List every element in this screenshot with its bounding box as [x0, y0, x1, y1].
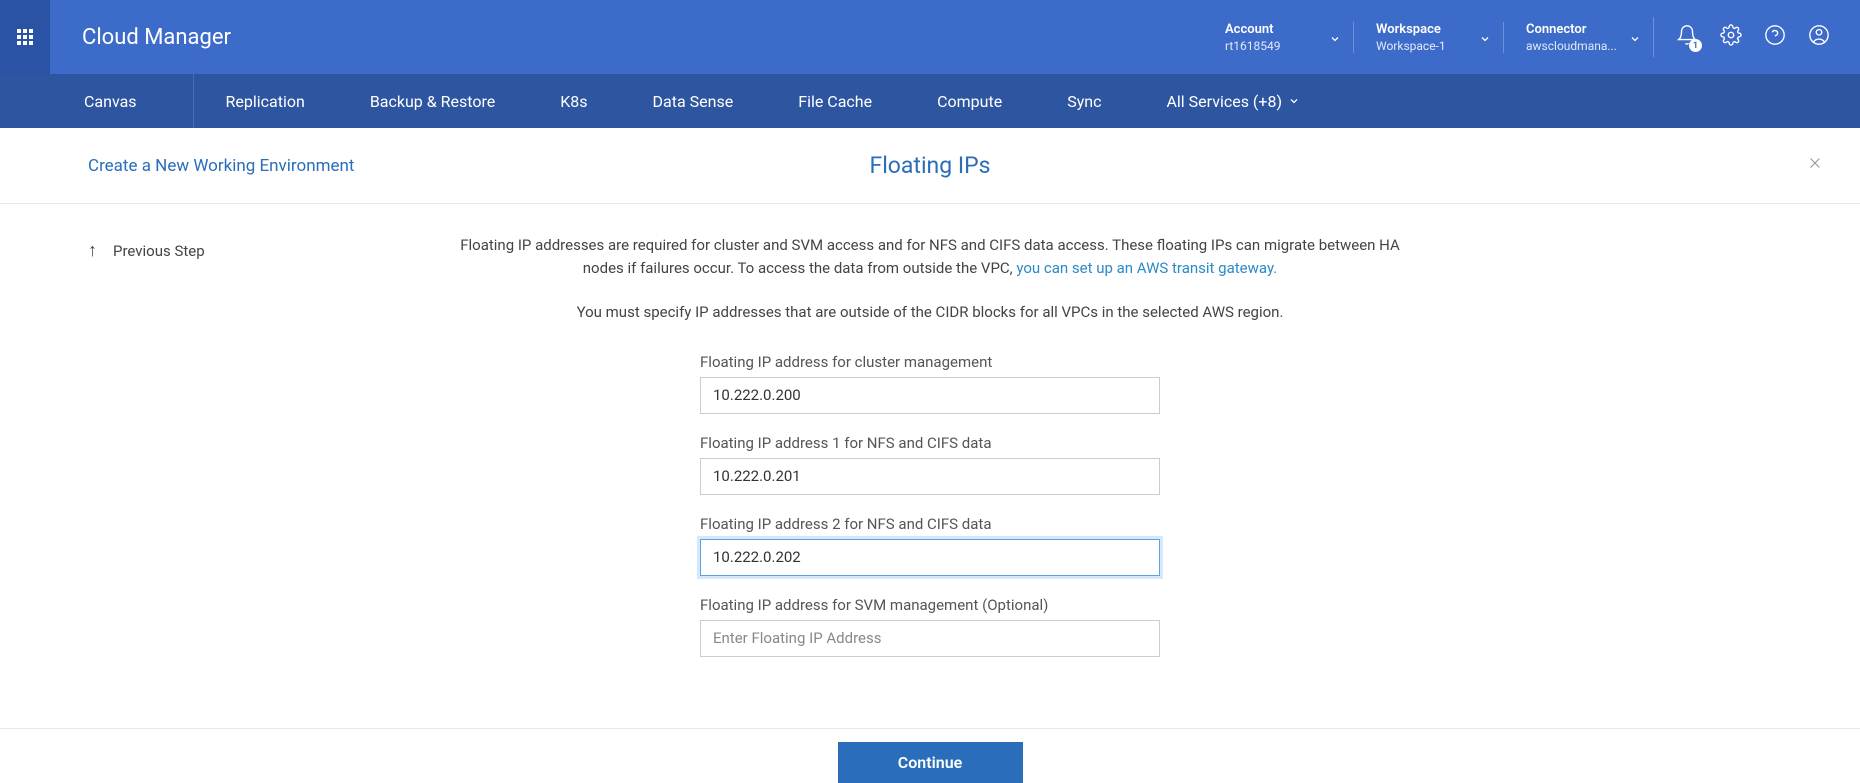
notification-badge: 1 [1689, 39, 1702, 52]
user-button[interactable] [1808, 24, 1830, 50]
workspace-label: Workspace [1376, 22, 1481, 37]
footer-bar: Continue [0, 728, 1860, 783]
nav-file-cache[interactable]: File Cache [766, 74, 905, 128]
label-nfs1: Floating IP address 1 for NFS and CIFS d… [700, 434, 1160, 452]
settings-button[interactable] [1720, 24, 1742, 50]
nav-all-services-label: All Services (+8) [1166, 92, 1282, 111]
chevron-down-icon [1479, 30, 1491, 49]
previous-step-link[interactable]: ↑ Previous Step [88, 240, 205, 261]
connector-value: awscloudmana... [1526, 39, 1631, 53]
account-selector[interactable]: Account rt1618549 [1203, 22, 1353, 53]
account-value: rt1618549 [1225, 39, 1331, 53]
apps-grid-icon [17, 29, 33, 45]
previous-step-label: Previous Step [113, 242, 205, 260]
context-selectors: Account rt1618549 Workspace Workspace-1 … [1203, 22, 1653, 53]
account-label: Account [1225, 22, 1331, 37]
input-svm[interactable] [700, 620, 1160, 657]
apps-launcher[interactable] [0, 0, 50, 74]
connector-label: Connector [1526, 22, 1631, 37]
nav-data-sense[interactable]: Data Sense [621, 74, 767, 128]
transit-gateway-link[interactable]: you can set up an AWS transit gateway. [1016, 259, 1277, 277]
help-icon [1764, 24, 1786, 46]
label-nfs2: Floating IP address 2 for NFS and CIFS d… [700, 515, 1160, 533]
label-svm: Floating IP address for SVM management (… [700, 596, 1160, 614]
brand-title: Cloud Manager [82, 25, 231, 50]
input-cluster-mgmt[interactable] [700, 377, 1160, 414]
field-svm: Floating IP address for SVM management (… [700, 596, 1160, 657]
close-icon [1806, 154, 1824, 172]
field-nfs1: Floating IP address 1 for NFS and CIFS d… [700, 434, 1160, 495]
sub-header: Create a New Working Environment Floatin… [0, 128, 1860, 204]
input-nfs2[interactable] [700, 539, 1160, 576]
continue-button[interactable]: Continue [838, 742, 1023, 783]
nav-backup-restore[interactable]: Backup & Restore [338, 74, 528, 128]
field-nfs2: Floating IP address 2 for NFS and CIFS d… [700, 515, 1160, 576]
top-header: Cloud Manager Account rt1618549 Workspac… [0, 0, 1860, 74]
chevron-down-icon [1288, 92, 1300, 111]
chevron-down-icon [1329, 30, 1341, 49]
description-text: Floating IP addresses are required for c… [460, 234, 1400, 281]
chevron-down-icon [1629, 30, 1641, 49]
user-icon [1808, 24, 1830, 46]
main-content: ↑ Previous Step Floating IP addresses ar… [0, 204, 1860, 657]
nav-sync[interactable]: Sync [1035, 74, 1134, 128]
nav-all-services[interactable]: All Services (+8) [1134, 74, 1333, 128]
nav-replication[interactable]: Replication [194, 74, 338, 128]
main-nav: Canvas Replication Backup & Restore K8s … [0, 74, 1860, 128]
breadcrumb[interactable]: Create a New Working Environment [88, 156, 354, 176]
label-cluster-mgmt: Floating IP address for cluster manageme… [700, 353, 1160, 371]
top-icon-tray: 1 [1653, 17, 1860, 57]
page-title: Floating IPs [869, 152, 990, 179]
field-cluster-mgmt: Floating IP address for cluster manageme… [700, 353, 1160, 414]
connector-selector[interactable]: Connector awscloudmana... [1503, 22, 1653, 53]
nav-k8s[interactable]: K8s [528, 74, 620, 128]
workspace-selector[interactable]: Workspace Workspace-1 [1353, 22, 1503, 53]
nav-compute[interactable]: Compute [905, 74, 1035, 128]
description-note: You must specify IP addresses that are o… [460, 303, 1400, 321]
workspace-value: Workspace-1 [1376, 39, 1481, 53]
nav-canvas[interactable]: Canvas [0, 74, 194, 128]
notifications-button[interactable]: 1 [1676, 24, 1698, 50]
arrow-up-icon: ↑ [88, 240, 97, 261]
help-button[interactable] [1764, 24, 1786, 50]
input-nfs1[interactable] [700, 458, 1160, 495]
floating-ip-form: Floating IP address for cluster manageme… [700, 353, 1160, 657]
close-button[interactable] [1800, 147, 1830, 184]
gear-icon [1720, 24, 1742, 46]
